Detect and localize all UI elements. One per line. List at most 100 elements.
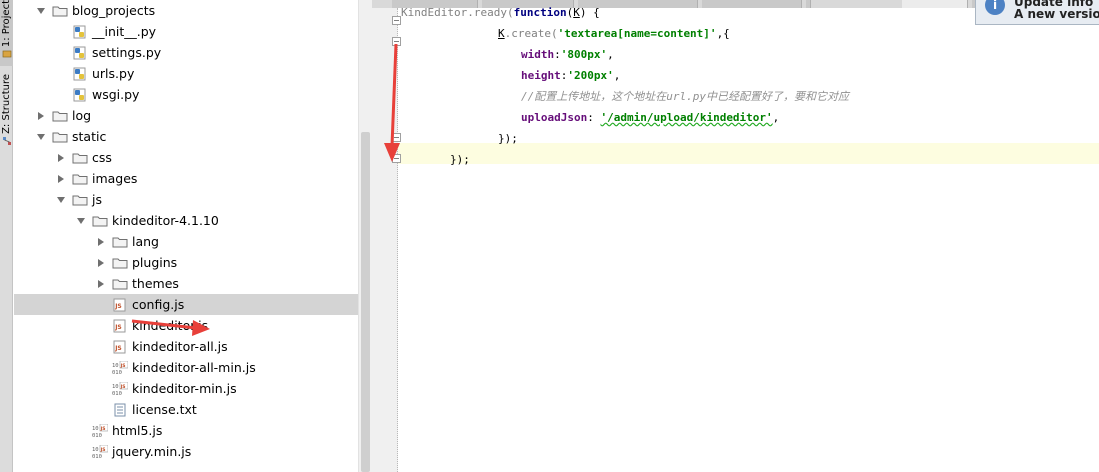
- tree-folder-row[interactable]: plugins: [14, 252, 358, 273]
- expand-arrow-down-icon[interactable]: [76, 216, 86, 226]
- expand-arrow-down-icon[interactable]: [56, 195, 66, 205]
- tree-file-row[interactable]: 10 010 JS kindeditor-min.js: [14, 378, 358, 399]
- folder-icon: [92, 214, 108, 228]
- svg-text:010: 010: [112, 391, 122, 396]
- tree-file-row[interactable]: 10 010 JS html5.js: [14, 420, 358, 441]
- fold-marker[interactable]: [392, 154, 401, 163]
- tree-item-label: kindeditor-all-min.js: [132, 360, 256, 375]
- expand-arrow-right-icon[interactable]: [56, 153, 66, 163]
- svg-text:10: 10: [92, 426, 99, 432]
- folder-icon: [52, 4, 68, 18]
- svg-text:010: 010: [92, 433, 102, 438]
- tree-file-row[interactable]: JS kindeditor.js: [14, 315, 358, 336]
- tree-file-row[interactable]: JS kindeditor-all.js: [14, 336, 358, 357]
- project-tree-scrollbar[interactable]: [358, 0, 372, 472]
- tree-folder-row[interactable]: kindeditor-4.1.10: [14, 210, 358, 231]
- tree-file-row[interactable]: settings.py: [14, 42, 358, 63]
- svg-text:JS: JS: [114, 345, 122, 352]
- tool-tab-structure[interactable]: Z: Structure: [0, 74, 13, 158]
- tool-tab-project[interactable]: 1: Project: [0, 0, 13, 66]
- project-tree-scrollbar-thumb[interactable]: [361, 132, 370, 472]
- code-token: function: [513, 6, 567, 19]
- code-token: 'textarea[name=content]': [557, 27, 717, 40]
- notification-body: A new version: [1014, 7, 1099, 21]
- tree-item-label: themes: [132, 276, 179, 291]
- tree-item-label: plugins: [132, 255, 178, 270]
- expand-arrow-right-icon[interactable]: [96, 258, 106, 268]
- tool-tab-project-label: 1: Project: [1, 0, 12, 48]
- tool-window-strip: 1: Project Z: Structure: [0, 0, 13, 472]
- expand-arrow-right-icon[interactable]: [56, 174, 66, 184]
- code-token: ,: [607, 48, 614, 61]
- code-line[interactable]: width:'800px',: [521, 44, 614, 65]
- project-icon: [2, 50, 11, 58]
- code-token: });: [450, 153, 470, 166]
- code-token: });: [498, 132, 518, 145]
- tree-file-row[interactable]: wsgi.py: [14, 84, 358, 105]
- tree-file-row[interactable]: license.txt: [14, 399, 358, 420]
- code-editor[interactable]: KindEditor.ready(function(K) {K.create('…: [372, 0, 1099, 472]
- code-line[interactable]: KindEditor.ready(function(K) {: [401, 2, 600, 23]
- tree-file-row[interactable]: __init__.py: [14, 21, 358, 42]
- js-file-icon: JS: [112, 319, 128, 333]
- tree-item-label: urls.py: [92, 66, 135, 81]
- code-token: uploadJson: [521, 111, 588, 124]
- code-line[interactable]: //配置上传地址，这个地址在url.py中已经配置好了，要和它对应: [521, 86, 849, 107]
- tree-folder-row[interactable]: css: [14, 147, 358, 168]
- tree-folder-row[interactable]: js: [14, 189, 358, 210]
- tree-folder-row[interactable]: themes: [14, 273, 358, 294]
- expand-arrow-down-icon[interactable]: [36, 132, 46, 142]
- editor-tab-active[interactable]: [902, 0, 968, 8]
- folder-icon: [112, 256, 128, 270]
- code-token: ,: [772, 111, 780, 124]
- tree-file-row[interactable]: 10 010 JS kindeditor-all-min.js: [14, 357, 358, 378]
- svg-text:10: 10: [92, 447, 99, 453]
- python-file-icon: [72, 25, 88, 39]
- tree-item-label: js: [92, 192, 102, 207]
- code-token: KindEditor.ready(: [401, 6, 514, 19]
- expand-arrow-down-icon[interactable]: [36, 6, 46, 16]
- code-line[interactable]: height:'200px',: [521, 65, 620, 86]
- tool-tab-structure-label: Z: Structure: [1, 74, 12, 134]
- code-token: :: [554, 48, 561, 61]
- update-notification[interactable]: i Update info A new version: [975, 0, 1099, 25]
- code-line[interactable]: });: [498, 128, 518, 149]
- js-min-file-icon: 10 010 JS: [112, 381, 128, 396]
- expand-arrow-right-icon[interactable]: [36, 111, 46, 121]
- tree-folder-row[interactable]: log: [14, 105, 358, 126]
- code-token: K: [573, 6, 580, 19]
- code-line[interactable]: uploadJson: '/admin/upload/kindeditor',: [521, 107, 779, 128]
- code-line[interactable]: K.create('textarea[name=content]',{: [498, 23, 730, 44]
- tree-item-label: config.js: [132, 297, 185, 312]
- fold-marker[interactable]: [392, 133, 401, 142]
- tree-folder-row[interactable]: blog_projects: [14, 0, 358, 21]
- expand-arrow-right-icon[interactable]: [96, 279, 106, 289]
- structure-icon: [2, 136, 11, 145]
- editor-gutter[interactable]: [372, 8, 401, 472]
- tree-file-row[interactable]: JS config.js: [14, 294, 358, 315]
- tree-file-row[interactable]: urls.py: [14, 63, 358, 84]
- python-file-icon: [72, 67, 88, 81]
- editor-tab[interactable]: [702, 0, 802, 8]
- code-line[interactable]: });: [450, 149, 470, 170]
- tree-item-label: license.txt: [132, 402, 197, 417]
- editor-tab[interactable]: [806, 0, 811, 8]
- folder-icon: [52, 109, 68, 123]
- tree-folder-row[interactable]: images: [14, 168, 358, 189]
- fold-marker[interactable]: [392, 37, 401, 46]
- tree-item-label: jquery.min.js: [112, 444, 192, 459]
- tree-item-label: lang: [132, 234, 159, 249]
- tree-file-row[interactable]: 10 010 JS jquery.min.js: [14, 441, 358, 462]
- tree-folder-row[interactable]: static: [14, 126, 358, 147]
- tree-item-label: kindeditor-min.js: [132, 381, 237, 396]
- svg-text:10: 10: [112, 384, 119, 390]
- js-min-file-icon: 10 010 JS: [92, 444, 108, 459]
- tree-item-label: images: [92, 171, 138, 186]
- tree-folder-row[interactable]: lang: [14, 231, 358, 252]
- project-tree[interactable]: blog_projects __init__.py settings.py urls.…: [14, 0, 358, 472]
- fold-marker[interactable]: [392, 16, 401, 25]
- js-file-icon: JS: [112, 340, 128, 354]
- expand-arrow-right-icon[interactable]: [96, 237, 106, 247]
- svg-text:JS: JS: [100, 447, 106, 453]
- svg-text:JS: JS: [120, 363, 126, 369]
